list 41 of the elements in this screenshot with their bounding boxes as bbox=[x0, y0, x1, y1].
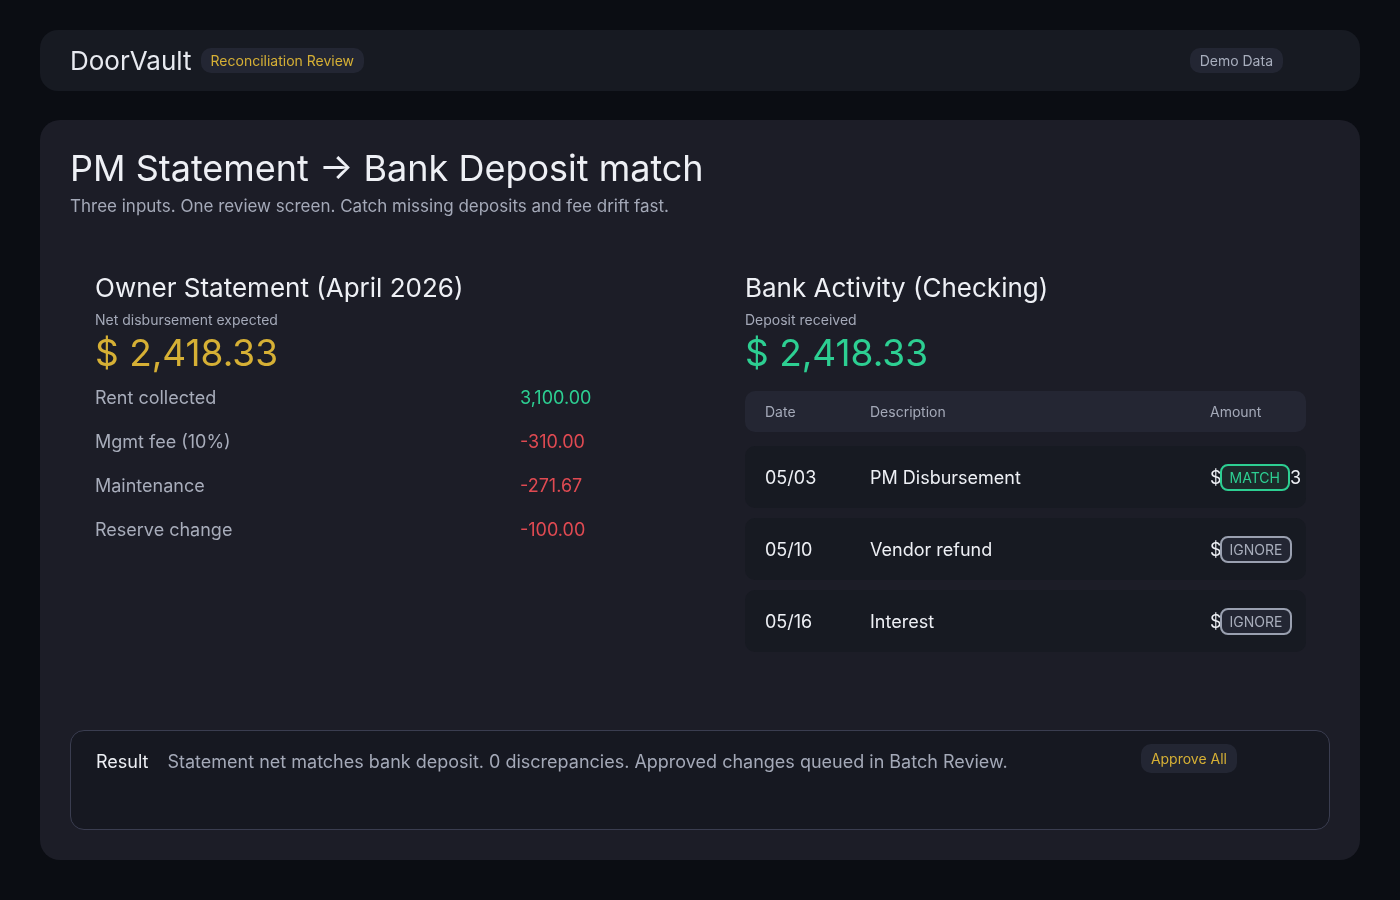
amount-fragment: $ bbox=[1210, 466, 1222, 488]
result-message: Statement net matches bank deposit. 0 discrepancies. Approved changes queued in Batch Review. bbox=[167, 751, 1008, 772]
description-cell-text: PM Disbursement bbox=[870, 466, 1022, 488]
description-cell-text: Vendor refund bbox=[870, 538, 994, 560]
date-cell-text: 05/10 bbox=[765, 538, 814, 560]
line-label: Maintenance bbox=[95, 474, 206, 496]
line-amount: -271.67 bbox=[520, 474, 584, 496]
column-header: Description bbox=[870, 403, 947, 420]
column-header: Amount bbox=[1210, 403, 1263, 420]
date-cell-text: 05/16 bbox=[765, 610, 814, 632]
demo-badge: Demo Data bbox=[1189, 48, 1283, 73]
status-badge: IGNORE bbox=[1219, 535, 1293, 563]
page-title: PM Statement → Bank Deposit match bbox=[70, 146, 705, 190]
line-label: Mgmt fee (10%) bbox=[95, 430, 232, 452]
transaction-row[interactable]: 05/03 PM Disbursement $ MATCH 3 bbox=[745, 446, 1306, 508]
line-label: Reserve change bbox=[95, 518, 234, 540]
status-badge: IGNORE bbox=[1219, 607, 1293, 635]
transaction-row[interactable]: 05/10 Vendor refund $ IGNORE bbox=[745, 518, 1306, 580]
panel-title: Bank Activity (Checking) bbox=[745, 272, 1050, 303]
total-amount: $ 2,418.33 bbox=[95, 330, 280, 375]
section-tag: Reconciliation Review bbox=[200, 48, 365, 73]
amount-fragment: $ bbox=[1210, 538, 1222, 560]
transaction-row[interactable]: 05/16 Interest $ IGNORE bbox=[745, 590, 1306, 652]
amount-fragment: 3 bbox=[1289, 466, 1302, 488]
page-subtitle: Three inputs. One review screen. Catch missing deposits and fee drift fast. bbox=[70, 196, 670, 216]
result-label: Result bbox=[96, 751, 149, 772]
line-amount: -310.00 bbox=[520, 430, 586, 452]
date-cell-text: 05/03 bbox=[765, 466, 818, 488]
line-label: Rent collected bbox=[95, 386, 218, 408]
approve-all-button[interactable]: Approve All bbox=[1140, 744, 1237, 773]
status-badge: MATCH bbox=[1219, 463, 1290, 491]
brand-name: DoorVault bbox=[70, 45, 192, 76]
panel-title: Owner Statement (April 2026) bbox=[95, 272, 465, 303]
total-caption: Deposit received bbox=[745, 311, 858, 328]
line-amount: -100.00 bbox=[520, 518, 587, 540]
amount-fragment: $ bbox=[1210, 610, 1222, 632]
column-header: Date bbox=[765, 403, 797, 420]
line-amount: 3,100.00 bbox=[520, 386, 593, 408]
total-caption: Net disbursement expected bbox=[95, 311, 279, 328]
description-cell-text: Interest bbox=[870, 610, 936, 632]
total-amount: $ 2,418.33 bbox=[745, 330, 930, 375]
